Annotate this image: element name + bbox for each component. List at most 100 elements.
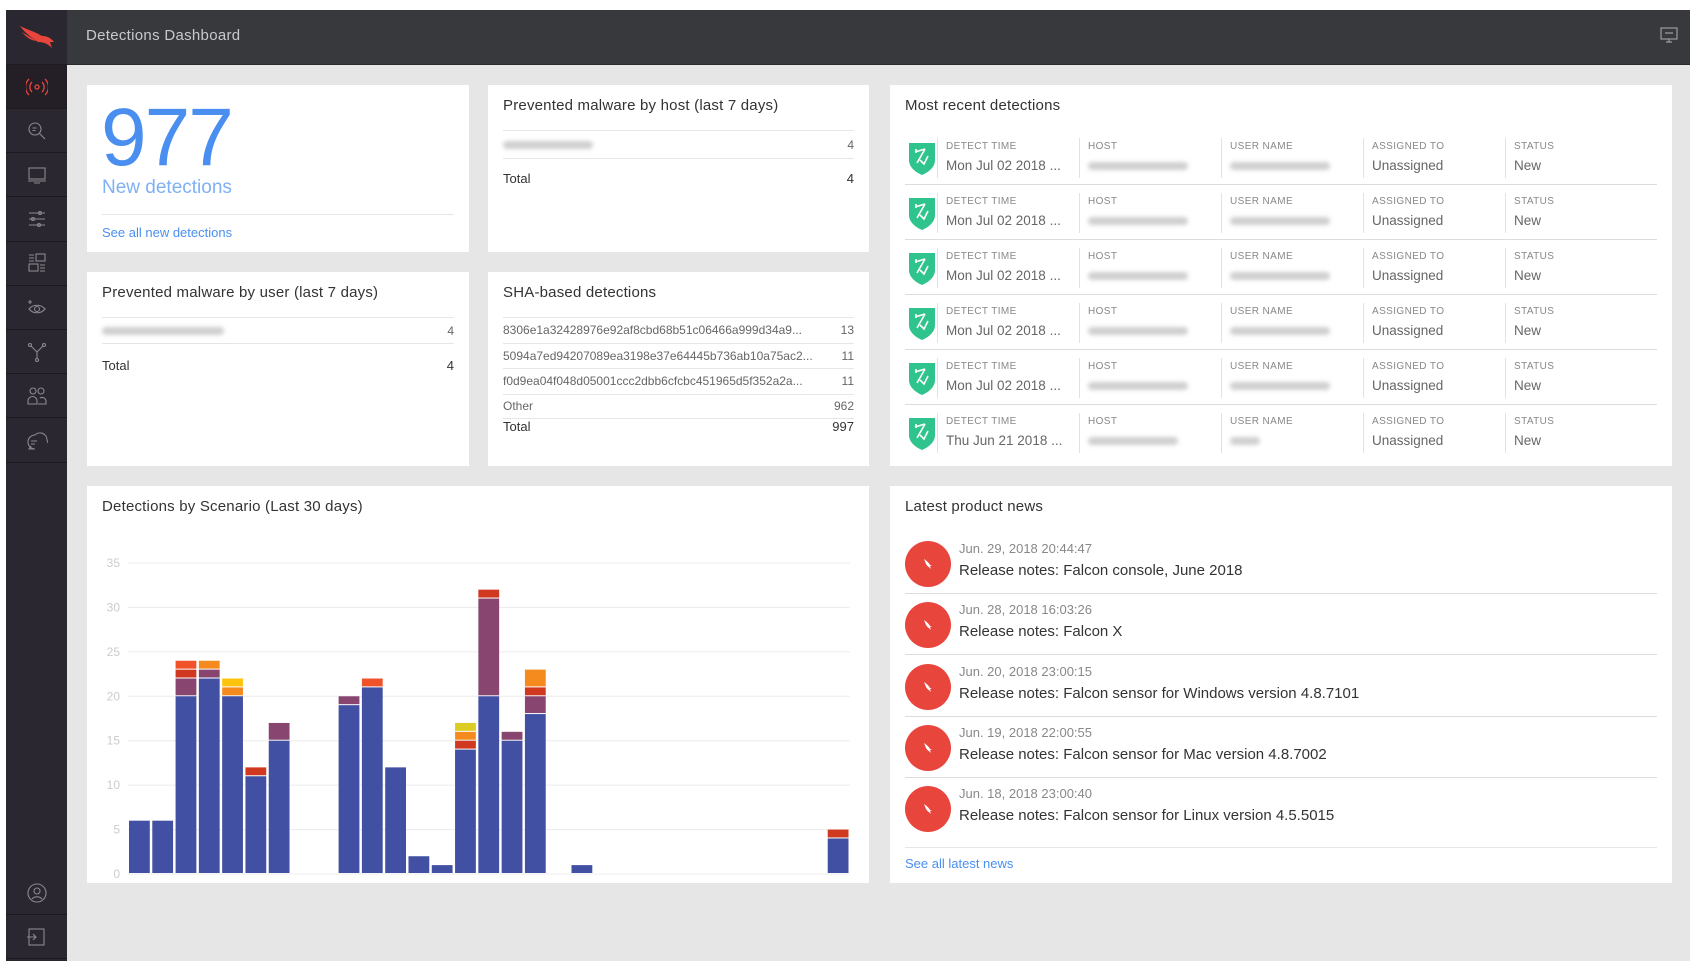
bar-segment[interactable] [152, 820, 174, 873]
sha-row[interactable]: 5094a7ed94207089ea3198e37e64445b736ab10a… [503, 342, 854, 368]
sidebar-item-support[interactable] [6, 419, 67, 463]
detection-row[interactable]: DETECT TIME Mon Jul 02 2018 ... HOST USER N… [905, 350, 1657, 405]
news-item[interactable]: Jun. 19, 2018 22:00:55 Release notes: Fal… [905, 717, 1657, 778]
shield-icon [909, 363, 935, 395]
top-header: Detections Dashboard [67, 10, 1690, 65]
detection-cell: DETECT TIME Mon Jul 02 2018 ... [937, 138, 1061, 178]
page-title: Detections Dashboard [86, 27, 241, 44]
sidebar-item-configuration[interactable] [6, 198, 67, 242]
bar-segment[interactable] [385, 767, 406, 873]
bar-segment[interactable] [455, 749, 476, 873]
detection-cell: USER NAME [1221, 138, 1330, 178]
bar-segment[interactable] [431, 865, 453, 873]
bar-segment[interactable] [175, 678, 197, 696]
bar-segment[interactable] [524, 687, 546, 696]
bar-segment[interactable] [478, 696, 500, 873]
see-all-new-detections-link[interactable]: See all new detections [102, 225, 232, 240]
bar-segment[interactable] [338, 696, 360, 705]
detection-cell: DETECT TIME Thu Jun 21 2018 ... [937, 413, 1062, 453]
news-title: Release notes: Falcon console, June 2018 [959, 562, 1243, 579]
new-detections-count: 977 [101, 92, 234, 183]
news-date: Jun. 19, 2018 22:00:55 [959, 724, 1093, 740]
scenario-chart-card: Detections by Scenario (Last 30 days) 05… [87, 486, 869, 883]
bar-segment[interactable] [245, 767, 267, 776]
by-host-card: Prevented malware by host (last 7 days) … [488, 85, 869, 252]
bar-segment[interactable] [501, 740, 523, 873]
sidebar-item-hosts[interactable] [6, 153, 67, 198]
bar-segment[interactable] [245, 776, 267, 873]
detection-row[interactable]: DETECT TIME Mon Jul 02 2018 ... HOST USER N… [905, 295, 1657, 350]
bar-segment[interactable] [268, 722, 290, 740]
sidebar-item-dashboards[interactable] [6, 242, 67, 286]
detection-cell: DETECT TIME Mon Jul 02 2018 ... [937, 303, 1061, 343]
detection-cell: USER NAME [1221, 358, 1330, 398]
detection-cell: STATUS New [1505, 413, 1554, 453]
detection-cell: ASSIGNED TO Unassigned [1363, 358, 1444, 398]
detection-row[interactable]: DETECT TIME Mon Jul 02 2018 ... HOST USER N… [905, 130, 1657, 185]
bar-segment[interactable] [268, 740, 290, 873]
bar-segment[interactable] [524, 696, 546, 714]
news-item[interactable]: Jun. 20, 2018 23:00:15 Release notes: Fal… [905, 656, 1657, 717]
column-label: STATUS [1514, 416, 1555, 427]
detection-row[interactable]: DETECT TIME Mon Jul 02 2018 ... HOST USER N… [905, 185, 1657, 240]
sidebar-item-investigate[interactable] [6, 109, 67, 154]
bar-segment[interactable] [222, 678, 243, 687]
news-item[interactable]: Jun. 29, 2018 20:44:47 Release notes: Fal… [905, 533, 1657, 594]
sidebar-item-logout[interactable] [6, 915, 67, 959]
bar-segment[interactable] [175, 696, 197, 873]
bar-segment[interactable] [198, 678, 220, 873]
branch-icon [27, 342, 46, 362]
bar-segment[interactable] [361, 687, 383, 873]
total-row: Total 4 [503, 167, 854, 189]
card-title: Most recent detections [905, 97, 1061, 114]
bar-segment[interactable] [222, 687, 243, 696]
bar-segment[interactable] [361, 678, 383, 687]
news-item[interactable]: Jun. 28, 2018 16:03:26 Release notes: Fal… [905, 594, 1657, 656]
falcon-icon [905, 541, 951, 587]
bar-segment[interactable] [827, 838, 849, 873]
eye-icon [27, 299, 46, 313]
redacted-user [1230, 217, 1330, 225]
detection-row[interactable]: DETECT TIME Thu Jun 21 2018 ... HOST USER N… [905, 405, 1657, 460]
sidebar-item-users[interactable] [6, 374, 67, 419]
sidebar-item-account[interactable] [6, 871, 67, 915]
detect-time: Thu Jun 21 2018 ... [946, 433, 1063, 448]
bar-segment[interactable] [129, 820, 150, 873]
see-all-news-link[interactable]: See all latest news [905, 856, 1013, 871]
bar-segment[interactable] [175, 669, 197, 678]
bar-segment[interactable] [478, 589, 500, 598]
bar-segment[interactable] [408, 856, 430, 873]
bar-segment[interactable] [198, 660, 220, 669]
bar-segment[interactable] [524, 669, 546, 687]
sidebar-item-discover[interactable] [6, 286, 67, 330]
sidebar-item-apps[interactable] [6, 330, 67, 375]
assigned-to: Unassigned [1372, 323, 1444, 338]
bar-segment[interactable] [571, 865, 593, 873]
sidebar-item-activity[interactable] [6, 65, 67, 109]
bar-segment[interactable] [338, 705, 360, 873]
bar-segment[interactable] [175, 660, 197, 669]
bar-segment[interactable] [455, 740, 476, 749]
crowdstrike-logo[interactable] [6, 10, 67, 65]
divider [102, 214, 454, 215]
sha-row[interactable]: 8306e1a32428976e92af8cbd68b51c06466a999d… [503, 317, 854, 342]
bar-segment[interactable] [501, 731, 523, 740]
bar-segment[interactable] [827, 829, 849, 838]
bar-segment[interactable] [524, 714, 546, 873]
news-item[interactable]: Jun. 18, 2018 23:00:40 Release notes: Fal… [905, 778, 1657, 839]
y-tick-label: 35 [107, 556, 121, 570]
sha-row[interactable]: f0d9ea04f048d05001ccc2dbb6cfcbc451965d5f… [503, 368, 854, 393]
total-label: Total [102, 357, 130, 373]
bar-segment[interactable] [222, 696, 243, 873]
bar-segment[interactable] [478, 598, 500, 696]
user-row[interactable]: 4 [102, 317, 454, 344]
host-row[interactable]: 4 [503, 130, 854, 159]
column-label: ASSIGNED TO [1372, 416, 1445, 427]
detection-row[interactable]: DETECT TIME Mon Jul 02 2018 ... HOST USER N… [905, 240, 1657, 295]
bar-segment[interactable] [455, 731, 476, 740]
y-tick-label: 25 [107, 645, 121, 659]
monitor-icon[interactable] [1660, 27, 1678, 48]
bar-segment[interactable] [455, 722, 476, 731]
redacted-host [1088, 162, 1188, 170]
bar-segment[interactable] [198, 669, 220, 678]
